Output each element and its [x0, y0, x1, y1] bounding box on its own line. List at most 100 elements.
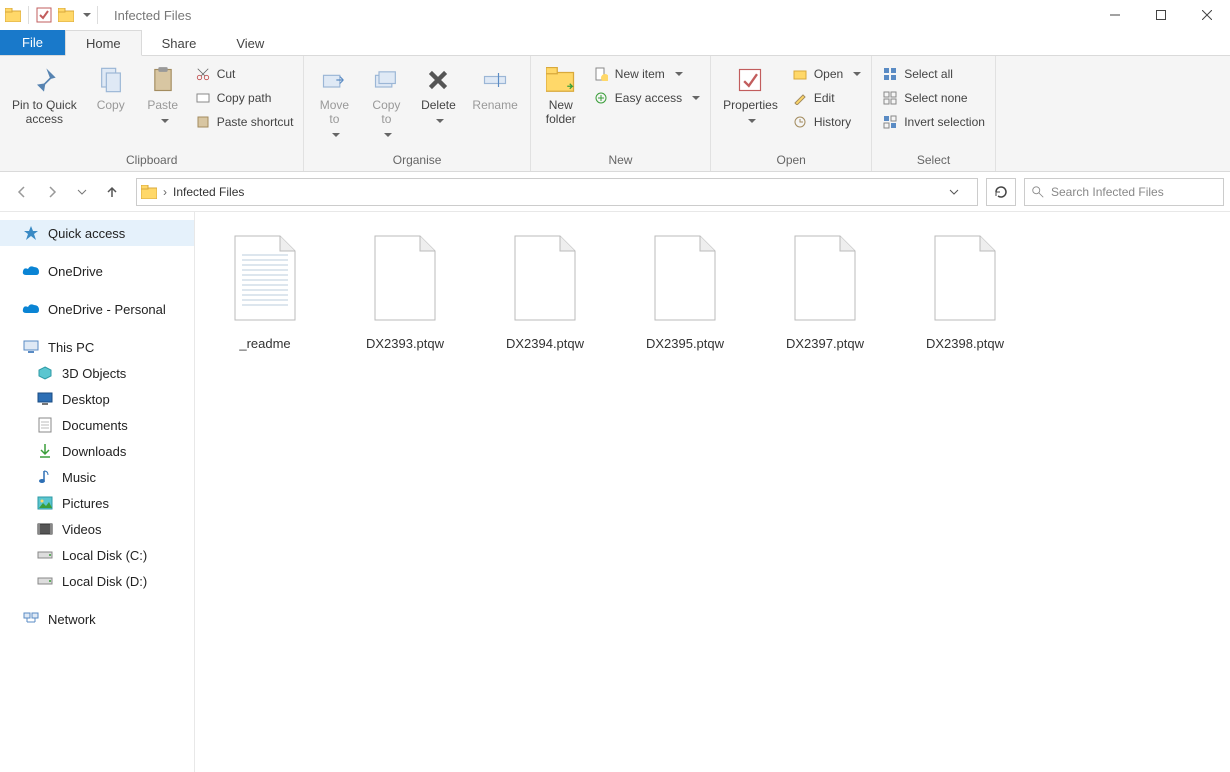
- label: History: [814, 115, 851, 129]
- pin-icon: [28, 64, 60, 96]
- nav-pictures[interactable]: Pictures: [0, 490, 194, 516]
- pin-to-quick-access-button[interactable]: Pin to Quick access: [6, 60, 83, 130]
- tab-view[interactable]: View: [216, 30, 284, 55]
- invert-selection-button[interactable]: Invert selection: [878, 112, 989, 132]
- search-input[interactable]: Search Infected Files: [1024, 178, 1224, 206]
- label: Rename: [472, 98, 517, 112]
- label: New item: [615, 67, 665, 81]
- rename-button[interactable]: Rename: [466, 60, 523, 116]
- nav-this-pc[interactable]: This PC: [0, 334, 194, 360]
- file-item[interactable]: DX2395.ptqw: [635, 228, 735, 351]
- tab-file[interactable]: File: [0, 30, 65, 55]
- address-dropdown[interactable]: [949, 187, 973, 197]
- file-list[interactable]: _readme DX2393.ptqw DX2394.ptqw DX2395.ptqw…: [195, 212, 1230, 772]
- paste-shortcut-button[interactable]: Paste shortcut: [191, 112, 298, 132]
- ribbon-group-open: Properties Open Edit History Open: [711, 56, 872, 171]
- onedrive-icon: [22, 262, 40, 280]
- file-item[interactable]: DX2398.ptqw: [915, 228, 1015, 351]
- qat-dropdown-icon[interactable]: [79, 6, 91, 24]
- maximize-button[interactable]: [1138, 0, 1184, 30]
- ribbon-tabs: File Home Share View: [0, 30, 1230, 56]
- nav-downloads[interactable]: Downloads: [0, 438, 194, 464]
- nav-network[interactable]: Network: [0, 606, 194, 632]
- chevron-down-icon: [744, 114, 756, 128]
- easy-access-icon: [593, 90, 609, 106]
- cut-button[interactable]: Cut: [191, 64, 298, 84]
- blank-file-icon: [365, 228, 445, 328]
- pictures-icon: [36, 494, 54, 512]
- file-item[interactable]: DX2393.ptqw: [355, 228, 455, 351]
- recent-locations-button[interactable]: [70, 180, 94, 204]
- group-label: Open: [717, 151, 865, 171]
- nav-quick-access[interactable]: Quick access: [0, 220, 194, 246]
- paste-shortcut-icon: [195, 114, 211, 130]
- nav-documents[interactable]: Documents: [0, 412, 194, 438]
- properties-qat-icon[interactable]: [35, 6, 53, 24]
- file-item[interactable]: _readme: [215, 228, 315, 351]
- label: Copy to: [372, 98, 400, 126]
- title-bar: Infected Files: [0, 0, 1230, 30]
- nav-desktop[interactable]: Desktop: [0, 386, 194, 412]
- minimize-button[interactable]: [1092, 0, 1138, 30]
- group-label: New: [537, 151, 704, 171]
- nav-videos[interactable]: Videos: [0, 516, 194, 542]
- nav-onedrive-personal[interactable]: OneDrive - Personal: [0, 296, 194, 322]
- move-to-button[interactable]: Move to: [310, 60, 358, 146]
- easy-access-button[interactable]: Easy access: [589, 88, 704, 108]
- label: Network: [48, 612, 96, 627]
- up-button[interactable]: [100, 180, 124, 204]
- open-button[interactable]: Open: [788, 64, 865, 84]
- separator: [28, 6, 29, 24]
- nav-disk-c[interactable]: Local Disk (C:): [0, 542, 194, 568]
- close-button[interactable]: [1184, 0, 1230, 30]
- tab-home[interactable]: Home: [65, 30, 142, 56]
- chevron-right-icon[interactable]: ›: [163, 185, 167, 199]
- breadcrumb-current[interactable]: Infected Files: [173, 185, 244, 199]
- label: Select all: [904, 67, 953, 81]
- address-row: › Infected Files Search Infected Files: [0, 172, 1230, 212]
- copy-button[interactable]: Copy: [87, 60, 135, 116]
- chevron-down-icon: [328, 128, 340, 142]
- this-pc-icon: [22, 338, 40, 356]
- new-item-button[interactable]: New item: [589, 64, 704, 84]
- group-label: Organise: [310, 151, 523, 171]
- label: Documents: [62, 418, 128, 433]
- file-item[interactable]: DX2394.ptqw: [495, 228, 595, 351]
- properties-button[interactable]: Properties: [717, 60, 784, 132]
- blank-file-icon: [925, 228, 1005, 328]
- copy-icon: [95, 64, 127, 96]
- copy-to-button[interactable]: Copy to: [362, 60, 410, 146]
- label: Desktop: [62, 392, 110, 407]
- tab-share[interactable]: Share: [142, 30, 217, 55]
- select-none-button[interactable]: Select none: [878, 88, 989, 108]
- delete-button[interactable]: Delete: [414, 60, 462, 132]
- file-name: DX2397.ptqw: [786, 336, 864, 351]
- folder-qat-icon[interactable]: [57, 6, 75, 24]
- forward-button[interactable]: [40, 180, 64, 204]
- refresh-button[interactable]: [986, 178, 1016, 206]
- back-button[interactable]: [10, 180, 34, 204]
- select-all-button[interactable]: Select all: [878, 64, 989, 84]
- nav-music[interactable]: Music: [0, 464, 194, 490]
- nav-onedrive[interactable]: OneDrive: [0, 258, 194, 284]
- properties-icon: [734, 64, 766, 96]
- edit-button[interactable]: Edit: [788, 88, 865, 108]
- label: Easy access: [615, 91, 682, 105]
- history-button[interactable]: History: [788, 112, 865, 132]
- navigation-pane: Quick access OneDrive OneDrive - Persona…: [0, 212, 195, 772]
- address-bar[interactable]: › Infected Files: [136, 178, 978, 206]
- label: Local Disk (D:): [62, 574, 147, 589]
- file-name: DX2394.ptqw: [506, 336, 584, 351]
- move-to-icon: [318, 64, 350, 96]
- rename-icon: [479, 64, 511, 96]
- nav-3d-objects[interactable]: 3D Objects: [0, 360, 194, 386]
- label: Pin to Quick access: [12, 98, 77, 126]
- copy-path-button[interactable]: Copy path: [191, 88, 298, 108]
- music-icon: [36, 468, 54, 486]
- chevron-down-icon: [157, 114, 169, 128]
- window-title: Infected Files: [114, 8, 191, 23]
- nav-disk-d[interactable]: Local Disk (D:): [0, 568, 194, 594]
- paste-button[interactable]: Paste: [139, 60, 187, 132]
- new-folder-button[interactable]: New folder: [537, 60, 585, 130]
- file-item[interactable]: DX2397.ptqw: [775, 228, 875, 351]
